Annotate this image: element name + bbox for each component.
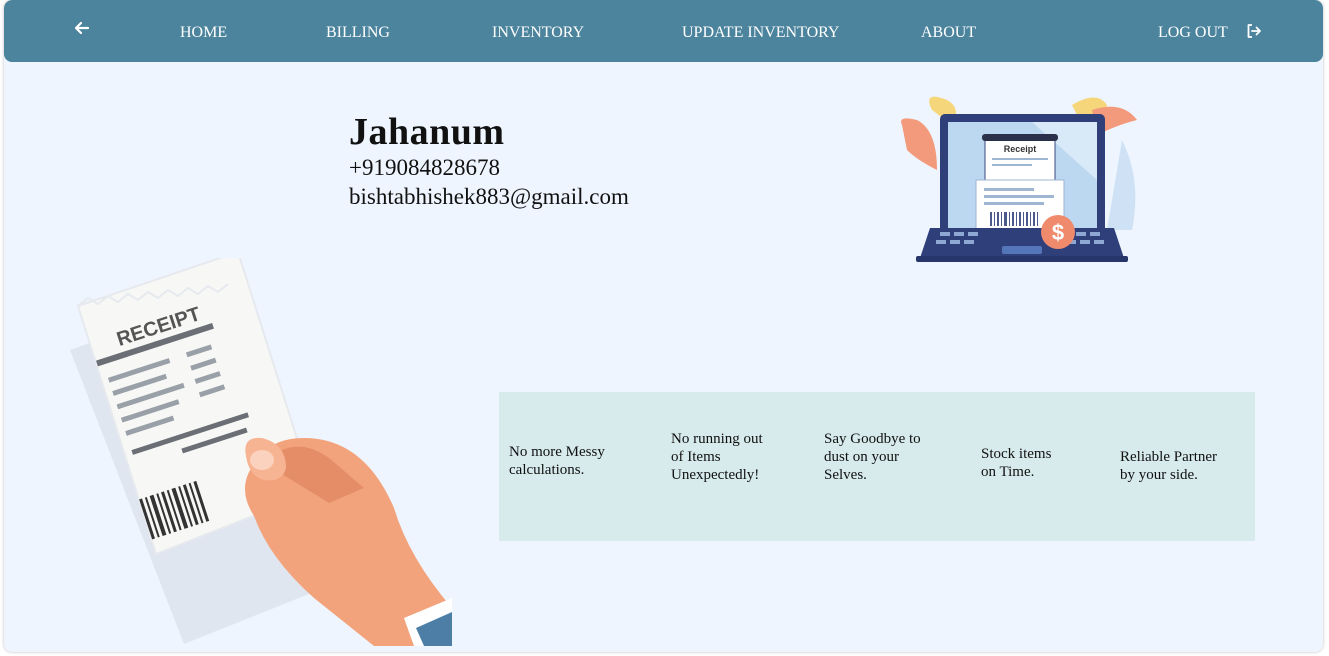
profile-email: bishtabhishek883@gmail.com [349,184,629,209]
feature-text: No more Messy [509,444,605,460]
laptop-receipt-label: Receipt [1004,144,1037,154]
feature-text: calculations. [509,462,585,478]
feature-text: Say Goodbye to [824,431,921,447]
nav-about-link[interactable]: ABOUT [921,24,976,42]
feature-text: by your side. [1120,467,1198,483]
profile-name: Jahanum [349,111,505,153]
feature-item: Stock items on Time. [981,445,1051,481]
feature-item: No more Messy calculations. [509,443,605,479]
svg-text:$: $ [1052,220,1064,245]
feature-text: on Time. [981,464,1035,480]
top-navbar: HOME BILLING INVENTORY UPDATE INVENTORY … [4,0,1323,62]
feature-text: Selves. [824,467,867,483]
nav-update-inventory-link[interactable]: UPDATE INVENTORY [682,24,839,42]
sign-out-icon[interactable] [1246,23,1262,39]
arrow-left-icon[interactable] [74,20,90,36]
feature-text: of Items [671,449,721,465]
hand-receipt-illustration: RECEIPT [70,258,452,646]
nav-inventory-link[interactable]: INVENTORY [492,24,584,42]
nav-billing-link[interactable]: BILLING [326,24,390,42]
app-page: HOME BILLING INVENTORY UPDATE INVENTORY … [4,0,1323,652]
laptop-receipt-illustration: Receipt $ [901,96,1137,262]
features-panel: No more Messy calculations. No running o… [499,392,1255,541]
feature-item: No running out of Items Unexpectedly! [671,430,763,484]
feature-text: Stock items [981,446,1052,462]
feature-item: Say Goodbye to dust on your Selves. [824,430,921,484]
feature-text: Unexpectedly! [671,467,760,483]
feature-text: Reliable Partner [1120,449,1218,465]
feature-text: dust on your [824,449,899,465]
nav-home-link[interactable]: HOME [180,24,227,42]
profile-phone: +919084828678 [349,155,500,180]
feature-item: Reliable Partner by your side. [1120,448,1217,484]
feature-text: No running out [671,431,763,447]
logout-button[interactable]: LOG OUT [1158,24,1228,42]
